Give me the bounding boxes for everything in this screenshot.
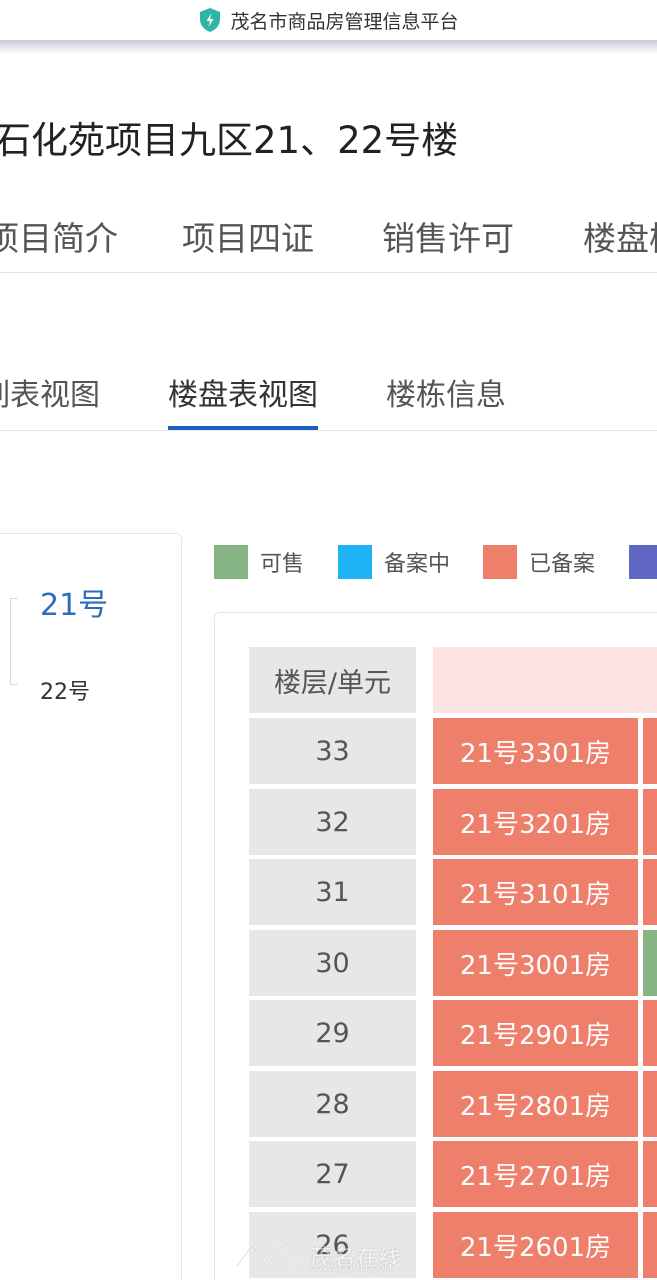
room-cell-partial[interactable]	[643, 718, 657, 784]
tab-list-view[interactable]: 列表视图	[0, 370, 100, 414]
legend-item-other	[629, 545, 657, 579]
room-cell-partial[interactable]	[643, 1141, 657, 1207]
watermark-logo-icon	[236, 1243, 298, 1269]
legend-swatch	[629, 545, 657, 579]
watermark: 茂名在线 WWW.GDMM.COM	[232, 1232, 452, 1280]
legend-swatch	[214, 545, 248, 579]
legend-item-filed: 已备案	[483, 545, 595, 579]
tab-building-table[interactable]: 楼盘楼	[583, 212, 657, 260]
tree-connector	[10, 684, 18, 685]
room-cell[interactable]: 21号3101房	[433, 859, 638, 925]
legend-item-available: 可售	[214, 545, 304, 579]
room-cell[interactable]: 21号3001房	[433, 930, 638, 996]
room-cell[interactable]: 21号3201房	[433, 789, 638, 855]
room-cell-partial[interactable]	[643, 1212, 657, 1278]
floor-cell: 27	[249, 1141, 416, 1207]
project-title: 石化苑项目九区21、22号楼	[0, 119, 459, 162]
legend-swatch	[483, 545, 517, 579]
shield-icon	[200, 8, 221, 32]
room-cell-partial[interactable]	[643, 1071, 657, 1137]
room-cell-partial[interactable]	[643, 789, 657, 855]
tab-project-intro[interactable]: 项目简介	[0, 212, 118, 260]
floor-unit-header: 楼层/单元	[249, 647, 416, 713]
tree-connector	[10, 598, 18, 599]
room-cell[interactable]: 21号2801房	[433, 1071, 638, 1137]
tab-building-info[interactable]: 楼栋信息	[386, 370, 506, 414]
legend-item-filing: 备案中	[338, 545, 450, 579]
top-title-bar: 茂名市商品房管理信息平台	[0, 0, 657, 40]
floor-cell: 29	[249, 1000, 416, 1066]
site-title: 茂名市商品房管理信息平台	[230, 10, 459, 33]
header-divider	[0, 40, 657, 54]
floor-cell: 30	[249, 930, 416, 996]
watermark-url: WWW.GDMM.COM	[310, 1264, 392, 1274]
active-tab-indicator	[168, 426, 318, 430]
tab-table-view[interactable]: 楼盘表视图	[168, 370, 318, 414]
floor-cell: 32	[249, 789, 416, 855]
tree-connector	[10, 598, 11, 684]
tree-item-building-21[interactable]: 21号	[40, 580, 108, 624]
room-cell[interactable]: 21号3301房	[433, 718, 638, 784]
view-tab-bar: 列表视图 楼盘表视图 楼栋信息	[0, 350, 657, 431]
building-tree-panel	[0, 533, 182, 1280]
room-cell-partial[interactable]	[643, 930, 657, 996]
floor-cell: 33	[249, 718, 416, 784]
tab-sales-permit[interactable]: 销售许可	[382, 212, 514, 260]
tab-project-certificates[interactable]: 项目四证	[182, 212, 314, 260]
room-cell[interactable]: 21号2901房	[433, 1000, 638, 1066]
legend-label: 已备案	[529, 552, 596, 577]
main-tab-bar: 项目简介 项目四证 销售许可 楼盘楼	[0, 190, 657, 273]
room-cell[interactable]: 21号2601房	[433, 1212, 638, 1278]
legend-label: 备案中	[384, 552, 451, 577]
room-cell-partial[interactable]	[643, 859, 657, 925]
unit-column-header	[433, 647, 657, 713]
tree-item-building-22[interactable]: 22号	[40, 674, 90, 706]
floor-cell: 31	[249, 859, 416, 925]
legend-label: 可售	[260, 552, 305, 577]
floor-cell: 28	[249, 1071, 416, 1137]
room-cell-partial[interactable]	[643, 1000, 657, 1066]
room-cell[interactable]: 21号2701房	[433, 1141, 638, 1207]
legend-swatch	[338, 545, 372, 579]
status-legend: 可售 备案中 已备案	[0, 545, 657, 585]
